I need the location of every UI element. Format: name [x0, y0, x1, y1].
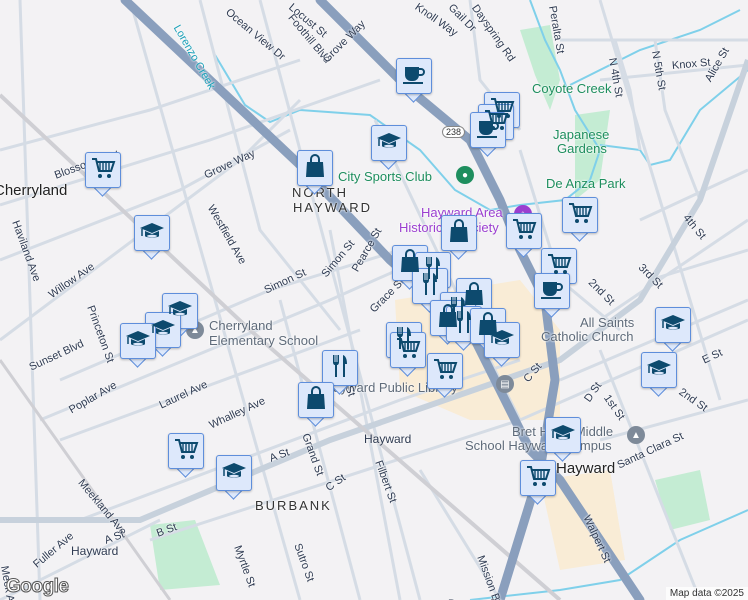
map-marker-coffee[interactable] [396, 58, 432, 104]
marker-box [520, 460, 556, 496]
marker-box [85, 152, 121, 188]
map-marker-cart[interactable] [506, 213, 542, 259]
graduation-cap-icon [125, 326, 151, 357]
fork-knife-icon [327, 353, 353, 384]
neighborhood-label: HAYWARD [293, 200, 372, 215]
marker-box [484, 322, 520, 358]
graduation-cap-icon [550, 420, 576, 451]
marker-box [371, 125, 407, 161]
coffee-icon [401, 61, 427, 92]
map-marker-graduation[interactable] [371, 125, 407, 171]
neighborhood-label: BURBANK [255, 498, 332, 513]
poi-label[interactable]: Catholic Church [541, 329, 634, 344]
coffee-icon [539, 276, 565, 307]
marker-box [168, 433, 204, 469]
map-marker-cart[interactable] [168, 433, 204, 479]
station-label[interactable]: Hayward [364, 432, 411, 446]
marker-box [641, 352, 677, 388]
city-label: Cherryland [0, 182, 68, 199]
graduation-cap-icon [376, 128, 402, 159]
cart-icon [173, 436, 199, 467]
map-marker-coffee[interactable] [470, 112, 506, 158]
graduation-cap-icon [139, 218, 165, 249]
graduation-cap-icon [489, 325, 515, 356]
cart-icon [567, 200, 593, 231]
google-logo[interactable]: Google [5, 576, 69, 598]
map-marker-bag[interactable] [298, 382, 334, 428]
map-marker-graduation[interactable] [655, 307, 691, 353]
school-icon[interactable]: ▲ [627, 426, 645, 444]
attribution[interactable]: Map data ©2025 [665, 587, 748, 600]
poi-label[interactable]: School Hayward Campus [465, 438, 612, 453]
map-marker-graduation[interactable] [545, 417, 581, 463]
marker-box [470, 112, 506, 148]
map-marker-graduation[interactable] [134, 215, 170, 261]
park-label: De Anza Park [546, 176, 626, 191]
sports-club-icon[interactable]: ● [456, 166, 474, 184]
map-marker-cart[interactable] [520, 460, 556, 506]
map-marker-cart[interactable] [562, 197, 598, 243]
marker-box [534, 273, 570, 309]
graduation-cap-icon [660, 310, 686, 341]
poi-label[interactable]: City Sports Club [338, 169, 432, 184]
graduation-cap-icon [646, 355, 672, 386]
marker-box [120, 323, 156, 359]
cart-icon [395, 335, 421, 366]
marker-box [562, 197, 598, 233]
map-marker-graduation[interactable] [120, 323, 156, 369]
poi-label[interactable]: Elementary School [209, 333, 318, 348]
marker-box [506, 213, 542, 249]
park-label: Gardens [557, 141, 607, 156]
marker-box [216, 455, 252, 491]
marker-box [322, 350, 358, 386]
marker-box [545, 417, 581, 453]
map-marker-graduation[interactable] [216, 455, 252, 501]
marker-box [298, 382, 334, 418]
marker-box [427, 353, 463, 389]
marker-box [441, 215, 477, 251]
map-marker-graduation[interactable] [484, 322, 520, 368]
shopping-bag-icon [446, 218, 472, 249]
map-marker-bag[interactable] [297, 150, 333, 196]
park-label: Coyote Creek [532, 81, 612, 96]
shopping-bag-icon [303, 385, 329, 416]
shopping-bag-icon [302, 153, 328, 184]
marker-box [396, 58, 432, 94]
marker-box [655, 307, 691, 343]
marker-box [297, 150, 333, 186]
station-label[interactable]: Hayward [71, 544, 118, 558]
map-marker-cart[interactable] [427, 353, 463, 399]
park-label: Japanese [553, 127, 610, 142]
cart-icon [432, 356, 458, 387]
poi-label[interactable]: Cherryland [209, 318, 273, 333]
map-marker-coffee[interactable] [534, 273, 570, 319]
cart-icon [90, 155, 116, 186]
cart-icon [511, 216, 537, 247]
cart-icon [525, 463, 551, 494]
map-marker-cart[interactable] [85, 152, 121, 198]
route-shield: 238 [442, 126, 466, 138]
map-canvas[interactable]: NORTH HAYWARD BURBANK Cherryland Hayward… [0, 0, 748, 600]
coffee-icon [475, 115, 501, 146]
poi-label[interactable]: All Saints [580, 315, 634, 330]
library-icon[interactable]: ▤ [496, 375, 514, 393]
map-marker-graduation[interactable] [641, 352, 677, 398]
map-marker-cart[interactable] [390, 332, 426, 378]
graduation-cap-icon [221, 458, 247, 489]
marker-box [390, 332, 426, 368]
marker-box [134, 215, 170, 251]
